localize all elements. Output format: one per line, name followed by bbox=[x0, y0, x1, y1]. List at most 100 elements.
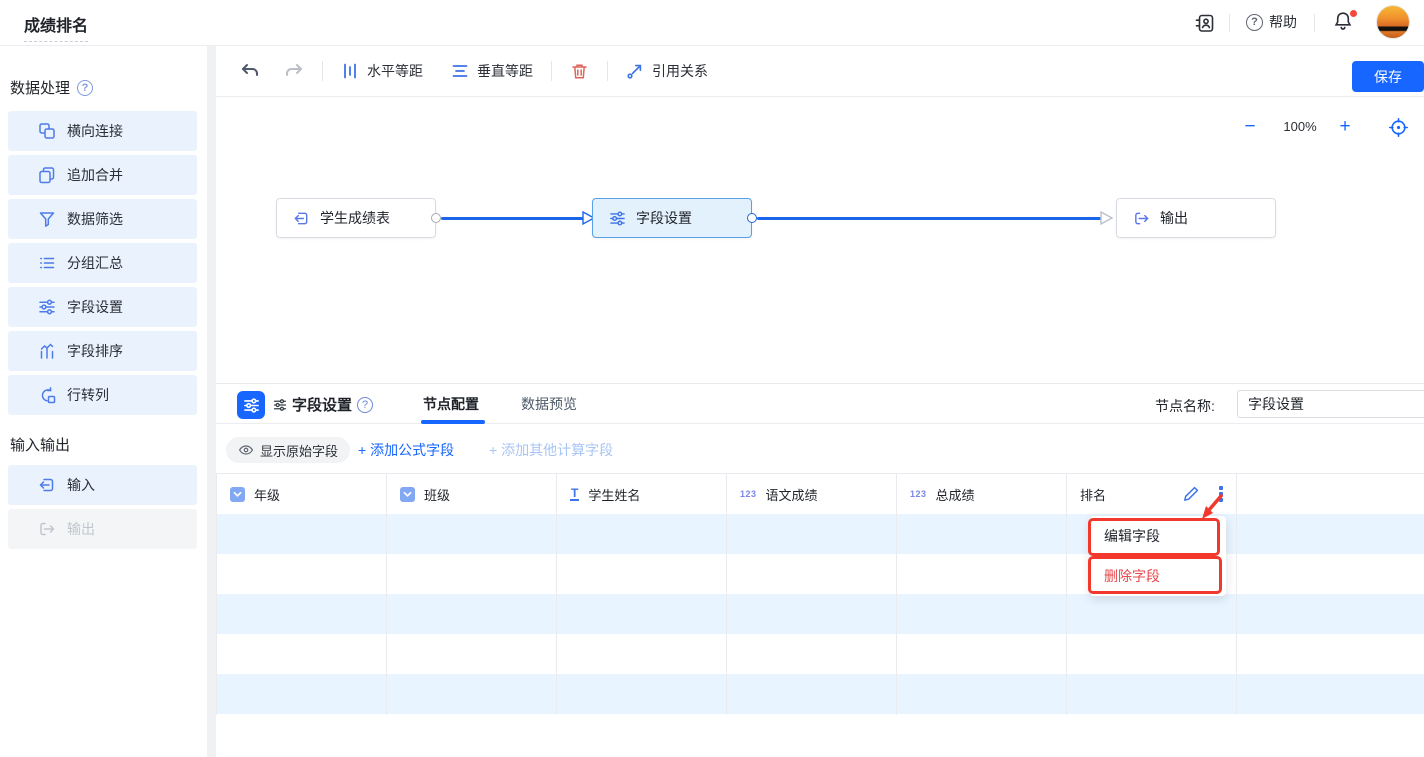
toolbar-divider bbox=[607, 61, 608, 81]
row-to-column-icon bbox=[38, 386, 56, 404]
field-sort-icon bbox=[38, 342, 56, 360]
sidebar-item-horizontal-join[interactable]: 横向连接 bbox=[8, 111, 197, 151]
connection-line bbox=[441, 217, 583, 220]
notifications-button[interactable] bbox=[1332, 10, 1358, 36]
sidebar-section-data-processing: 数据处理 ? bbox=[10, 77, 93, 98]
menu-item-delete-field[interactable]: 删除字段 bbox=[1090, 556, 1226, 596]
group-icon bbox=[38, 254, 56, 272]
vertical-spacing-button[interactable]: 垂直等距 bbox=[451, 61, 533, 81]
delete-node-button[interactable] bbox=[570, 62, 589, 81]
help-icon: ? bbox=[1246, 14, 1263, 31]
table-row bbox=[216, 514, 1424, 554]
join-icon bbox=[38, 122, 56, 140]
toolbar-divider bbox=[551, 61, 552, 81]
sidebar-item-output: 输出 bbox=[8, 509, 197, 549]
topbar-divider bbox=[1314, 14, 1315, 32]
panel-header: 字段设置 ? 节点配置 数据预览 节点名称: bbox=[216, 384, 1424, 424]
text-field-icon: T bbox=[570, 488, 579, 501]
field-settings-node-icon bbox=[237, 391, 265, 419]
zoom-out-button[interactable]: − bbox=[1238, 115, 1262, 139]
sliders-icon bbox=[273, 398, 287, 412]
redo-icon bbox=[284, 61, 304, 81]
arrowhead-icon bbox=[1098, 210, 1114, 226]
tab-node-config[interactable]: 节点配置 bbox=[423, 394, 479, 414]
column-header-student-name[interactable]: T 学生姓名 bbox=[556, 474, 726, 514]
number-field-icon: 123 bbox=[740, 489, 757, 499]
field-actions-bar: 显示原始字段 + 添加公式字段 + 添加其他计算字段 bbox=[216, 424, 1424, 473]
redo-button[interactable] bbox=[284, 61, 304, 81]
sidebar-item-row-to-column[interactable]: 行转列 bbox=[8, 375, 197, 415]
table-row bbox=[216, 554, 1424, 594]
column-header-total-score[interactable]: 123 总成绩 bbox=[896, 474, 1066, 514]
sidebar: 数据处理 ? 横向连接 追加合并 数据筛选 分组汇总 字段设置 bbox=[0, 46, 207, 757]
add-formula-field-button[interactable]: + 添加公式字段 bbox=[358, 440, 454, 460]
help-label: 帮助 bbox=[1269, 12, 1297, 32]
sidebar-divider bbox=[207, 46, 216, 757]
sidebar-item-input[interactable]: 输入 bbox=[8, 465, 197, 505]
node-name-label: 节点名称: bbox=[1155, 396, 1215, 416]
undo-button[interactable] bbox=[240, 61, 260, 81]
zoom-level: 100% bbox=[1276, 119, 1324, 134]
node-config-panel: 字段设置 ? 节点配置 数据预览 节点名称: 显示原始字段 + 添加公式字段 +… bbox=[216, 383, 1424, 757]
select-field-icon bbox=[230, 487, 245, 502]
add-other-calc-field-button: + 添加其他计算字段 bbox=[489, 440, 613, 460]
table-row bbox=[216, 594, 1424, 634]
sidebar-item-data-filter[interactable]: 数据筛选 bbox=[8, 199, 197, 239]
reference-relation-button[interactable]: 引用关系 bbox=[626, 61, 708, 81]
panel-help-icon[interactable]: ? bbox=[357, 397, 373, 413]
tab-data-preview[interactable]: 数据预览 bbox=[521, 394, 577, 414]
topbar: 成绩排名 ? 帮助 bbox=[0, 0, 1424, 46]
table-row bbox=[216, 634, 1424, 674]
connection-line bbox=[757, 217, 1101, 220]
sliders-icon bbox=[609, 210, 626, 227]
canvas-toolbar: 水平等距 垂直等距 引用关系 bbox=[216, 46, 1424, 97]
crosshair-icon bbox=[1388, 117, 1409, 138]
trash-icon bbox=[570, 62, 589, 81]
toolbar-divider bbox=[322, 61, 323, 81]
number-field-icon: 123 bbox=[910, 489, 927, 499]
sidebar-item-field-settings[interactable]: 字段设置 bbox=[8, 287, 197, 327]
column-more-menu-icon[interactable] bbox=[1213, 484, 1229, 504]
topbar-divider bbox=[1229, 14, 1230, 32]
table-row bbox=[216, 674, 1424, 714]
select-field-icon bbox=[400, 487, 415, 502]
user-avatar[interactable] bbox=[1376, 5, 1410, 39]
append-icon bbox=[38, 166, 56, 184]
notification-dot bbox=[1350, 10, 1357, 17]
filter-icon bbox=[38, 210, 56, 228]
undo-icon bbox=[240, 61, 260, 81]
node-name-input[interactable] bbox=[1237, 390, 1424, 418]
column-header-class[interactable]: 班级 bbox=[386, 474, 556, 514]
contacts-icon[interactable] bbox=[1192, 11, 1216, 35]
output-icon bbox=[1133, 210, 1150, 227]
save-button[interactable]: 保存 bbox=[1352, 61, 1424, 92]
connector-dot[interactable] bbox=[747, 213, 757, 223]
help-button[interactable]: ? 帮助 bbox=[1246, 12, 1297, 32]
flow-node-field-settings[interactable]: 字段设置 bbox=[592, 198, 752, 238]
horizontal-spacing-button[interactable]: 水平等距 bbox=[341, 61, 423, 81]
input-icon bbox=[293, 210, 310, 227]
flow-node-output[interactable]: 输出 bbox=[1116, 198, 1276, 238]
vertical-spacing-icon bbox=[451, 62, 469, 80]
edit-field-icon[interactable] bbox=[1182, 485, 1200, 508]
menu-item-edit-field[interactable]: 编辑字段 bbox=[1090, 516, 1226, 556]
column-header-chinese-score[interactable]: 123 语文成绩 bbox=[726, 474, 896, 514]
flow-canvas[interactable]: − 100% + 学生成绩表 字段设置 bbox=[216, 97, 1424, 383]
sidebar-item-field-sort[interactable]: 字段排序 bbox=[8, 331, 197, 371]
section-help-icon[interactable]: ? bbox=[77, 80, 93, 96]
eye-icon bbox=[238, 442, 254, 458]
horizontal-spacing-icon bbox=[341, 62, 359, 80]
column-header-grade[interactable]: 年级 bbox=[216, 474, 386, 514]
zoom-in-button[interactable]: + bbox=[1333, 115, 1357, 139]
reference-relation-icon bbox=[626, 62, 644, 80]
flow-node-student-scores[interactable]: 学生成绩表 bbox=[276, 198, 436, 238]
connector-dot[interactable] bbox=[431, 213, 441, 223]
field-settings-icon bbox=[38, 298, 56, 316]
fit-view-button[interactable] bbox=[1386, 115, 1410, 139]
column-header-rank[interactable]: 排名 bbox=[1066, 474, 1236, 514]
sidebar-item-group-summarize[interactable]: 分组汇总 bbox=[8, 243, 197, 283]
field-context-menu: 编辑字段 删除字段 bbox=[1090, 516, 1226, 596]
app-title[interactable]: 成绩排名 bbox=[24, 12, 88, 42]
show-original-fields-button[interactable]: 显示原始字段 bbox=[226, 437, 350, 463]
sidebar-item-append-merge[interactable]: 追加合并 bbox=[8, 155, 197, 195]
